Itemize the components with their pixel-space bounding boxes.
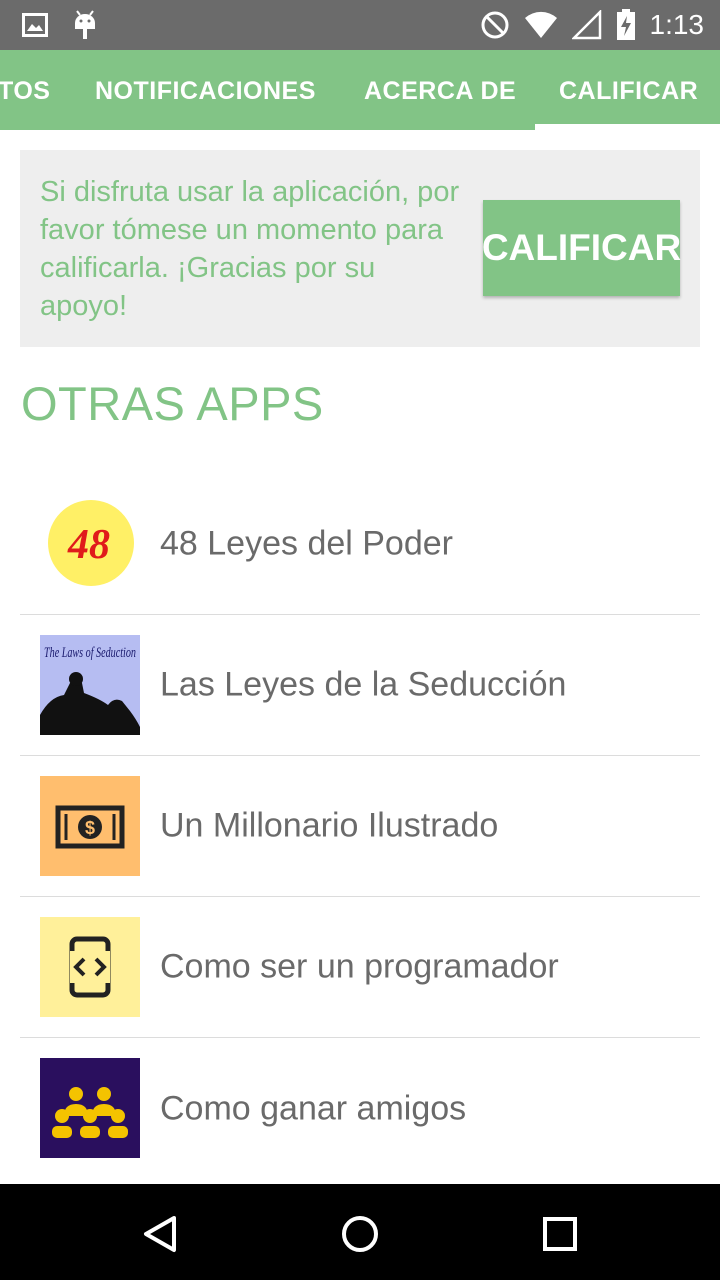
svg-text:$: $ — [85, 818, 95, 838]
app-name: Como ganar amigos — [160, 1089, 467, 1127]
dollar-bill-icon: $ — [40, 776, 140, 876]
seduction-icon-text: The Laws of Seduction — [44, 645, 136, 661]
list-item[interactable]: 48 48 Leyes del Poder — [20, 474, 700, 615]
code-device-icon — [40, 917, 140, 1017]
other-apps-title: OTRAS APPS — [21, 377, 324, 430]
home-icon[interactable] — [338, 1212, 382, 1256]
laws-of-seduction-icon: The Laws of Seduction — [40, 635, 140, 735]
list-item[interactable]: Como ganar amigos — [20, 1038, 700, 1179]
selected-tab-indicator — [535, 124, 720, 130]
image-icon — [22, 13, 48, 37]
app-name: Como ser un programador — [160, 947, 559, 986]
app-name: 48 Leyes del Poder — [160, 524, 453, 563]
tab-notificaciones[interactable]: NOTIFICACIONES — [95, 50, 316, 130]
app-name: Las Leyes de la Seducción — [160, 665, 567, 704]
list-item[interactable]: $ Un Millonario Ilustrado — [20, 756, 700, 897]
tab-eventos[interactable]: TOS — [0, 50, 50, 130]
battery-charging-icon — [616, 9, 635, 40]
app-list: 48 48 Leyes del Poder The Laws of Seduct… — [20, 474, 700, 1179]
tab-bar: TOS NOTIFICACIONES ACERCA DE CALIFICAR — [0, 50, 720, 130]
list-item[interactable]: The Laws of Seduction Las Leyes de la Se… — [20, 615, 700, 756]
back-icon[interactable] — [138, 1212, 182, 1256]
do-not-disturb-icon — [481, 11, 508, 39]
group-people-icon — [40, 1058, 140, 1158]
48-icon-text: 48 — [67, 522, 110, 568]
tab-calificar[interactable]: CALIFICAR — [559, 50, 698, 130]
status-bar: 1:13 — [0, 0, 720, 50]
android-icon — [75, 10, 95, 39]
app-name: Un Millonario Ilustrado — [160, 806, 499, 845]
clock: 1:13 — [649, 9, 705, 40]
recents-icon[interactable] — [538, 1212, 582, 1256]
navigation-bar — [0, 1184, 720, 1280]
48-laws-icon: 48 — [48, 500, 134, 586]
rate-message: Si disfruta usar la aplicación, por favo… — [40, 176, 460, 322]
rate-button[interactable]: CALIFICAR — [482, 200, 681, 296]
wifi-icon — [524, 11, 557, 38]
list-item[interactable]: Como ser un programador — [20, 897, 700, 1038]
rate-card: Si disfruta usar la aplicación, por favo… — [20, 150, 700, 347]
signal-icon — [571, 10, 601, 40]
tab-acerca-de[interactable]: ACERCA DE — [364, 50, 516, 130]
